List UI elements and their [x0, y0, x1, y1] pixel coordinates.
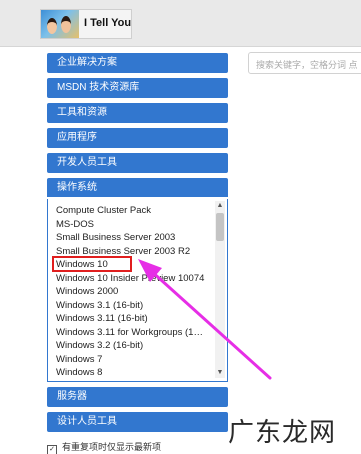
- list-item[interactable]: Windows 3.2 (16-bit): [56, 339, 211, 353]
- top-bar: I Tell You: [0, 0, 361, 47]
- menu-item-tools-resources[interactable]: 工具和资源: [47, 103, 228, 123]
- watermark-text: 广东龙网: [228, 418, 337, 448]
- list-item[interactable]: Windows 3.11 for Workgroups (1…: [56, 326, 211, 340]
- list-item[interactable]: Windows 7: [56, 353, 211, 367]
- list-item[interactable]: Windows 3.11 (16-bit): [56, 312, 211, 326]
- scroll-down-icon[interactable]: ▼: [215, 368, 225, 378]
- os-list-panel: Compute Cluster Pack MS-DOS Small Busine…: [47, 199, 228, 382]
- menu-item-designer-tools[interactable]: 设计人员工具: [47, 412, 228, 432]
- logo-avatar-image: [41, 10, 79, 38]
- menu-item-msdn-library[interactable]: MSDN 技术资源库: [47, 78, 228, 98]
- menu-item-servers[interactable]: 服务器: [47, 387, 228, 407]
- menu-item-operating-systems[interactable]: 操作系统: [47, 178, 228, 197]
- os-list: Compute Cluster Pack MS-DOS Small Busine…: [56, 204, 211, 380]
- menu-item-developer-tools[interactable]: 开发人员工具: [47, 153, 228, 173]
- list-scrollbar[interactable]: ▲ ▼: [215, 201, 225, 378]
- list-item[interactable]: Windows 8: [56, 366, 211, 380]
- latest-only-option[interactable]: ✓ 有重复项时仅显示最新项: [47, 440, 161, 454]
- list-item[interactable]: Compute Cluster Pack: [56, 204, 211, 218]
- list-item[interactable]: Windows 3.1 (16-bit): [56, 299, 211, 313]
- list-item[interactable]: Small Business Server 2003: [56, 231, 211, 245]
- search-input[interactable]: 搜索关键字，空格分词 点: [248, 52, 361, 74]
- list-item[interactable]: Windows 2000: [56, 285, 211, 299]
- checkbox-label: 有重复项时仅显示最新项: [62, 442, 162, 452]
- scroll-up-icon[interactable]: ▲: [215, 201, 225, 211]
- category-menu: 企业解决方案 MSDN 技术资源库 工具和资源 应用程序 开发人员工具 操作系统: [47, 53, 228, 197]
- menu-item-applications[interactable]: 应用程序: [47, 128, 228, 148]
- list-item[interactable]: MS-DOS: [56, 218, 211, 232]
- category-menu-bottom: 服务器 设计人员工具: [47, 387, 228, 437]
- list-item[interactable]: Windows 10 Insider Preview 10074: [56, 272, 211, 286]
- logo-text: I Tell You: [84, 17, 132, 29]
- scrollbar-thumb[interactable]: [216, 213, 224, 241]
- checkbox[interactable]: ✓: [47, 445, 57, 454]
- menu-item-enterprise-solutions[interactable]: 企业解决方案: [47, 53, 228, 73]
- site-logo[interactable]: I Tell You: [40, 9, 132, 39]
- highlight-box: [52, 256, 132, 272]
